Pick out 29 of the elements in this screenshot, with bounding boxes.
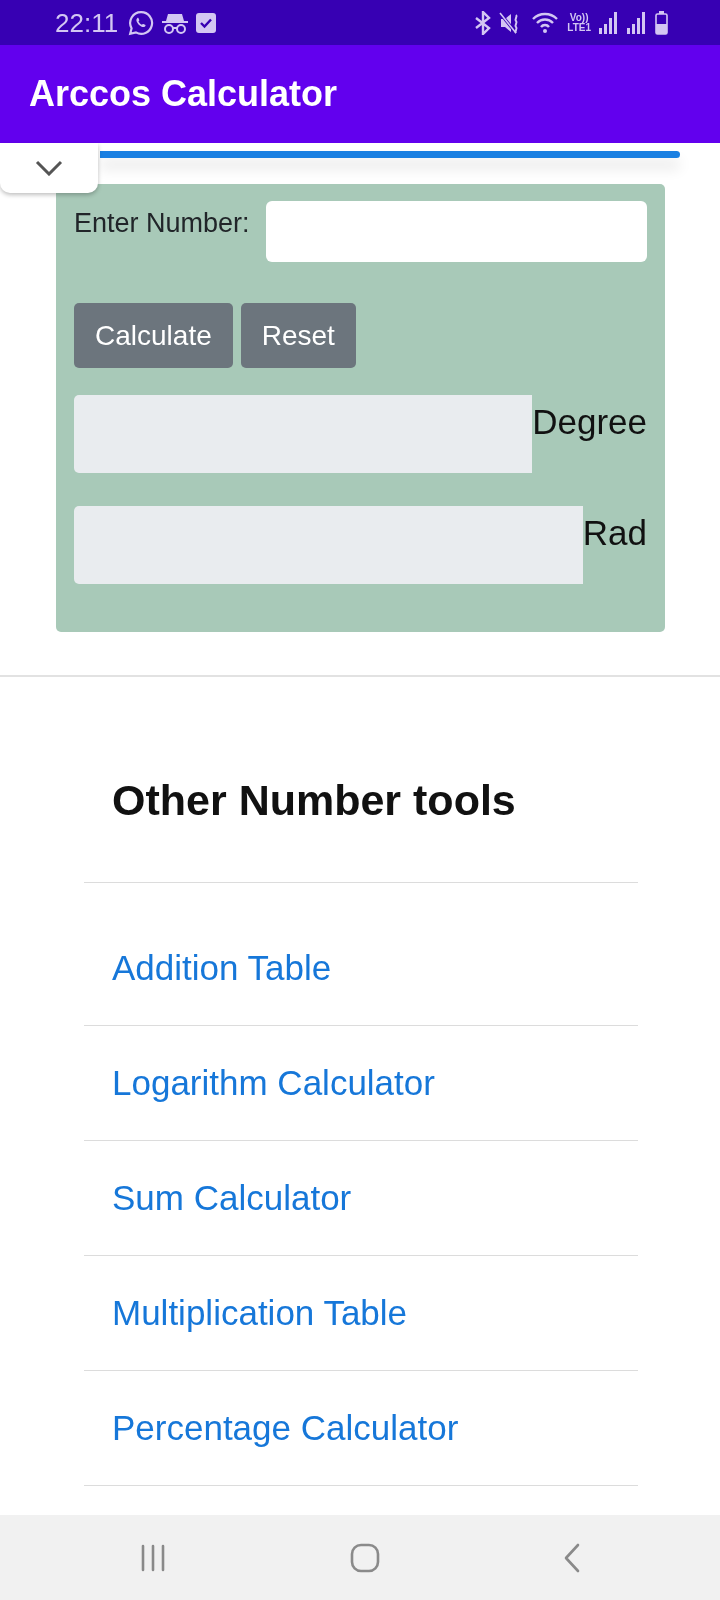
hat-glasses-icon [162,11,189,34]
signal-icon [627,11,647,34]
section-heading: Other Number tools [112,775,516,826]
tool-link[interactable]: Multiplication Table [112,1286,408,1340]
result-field[interactable] [74,395,533,473]
tool-link[interactable]: Percentage Calculator [112,1401,459,1455]
number-label: Enter Number: [74,207,250,240]
unit-label: Rad [582,512,647,554]
home-icon[interactable] [350,1542,380,1573]
app-title: Arccos Calculator [29,72,338,116]
collapse-toggle[interactable] [0,143,98,193]
chat-bubble-icon [128,9,155,36]
signal-icon [599,11,619,34]
result-field[interactable] [74,506,583,584]
battery-icon [655,10,668,35]
calculate-button[interactable]: Calculate [74,303,233,368]
wifi-icon [531,10,560,35]
tool-link[interactable]: Addition Table [112,941,332,995]
back-icon[interactable] [562,1542,581,1573]
network-type-label: Vo)) LTE1 [567,12,591,33]
chevron-down-icon [35,160,63,176]
reset-button[interactable]: Reset [240,303,356,368]
number-input-field[interactable] [265,201,647,262]
unit-label: Degree [532,401,647,443]
tool-link[interactable]: Sum Calculator [112,1171,352,1225]
status-time: 22:11 [55,9,119,36]
checkbox-icon [196,12,217,33]
tool-link[interactable]: Logarithm Calculator [112,1056,435,1110]
bluetooth-icon [475,10,492,35]
